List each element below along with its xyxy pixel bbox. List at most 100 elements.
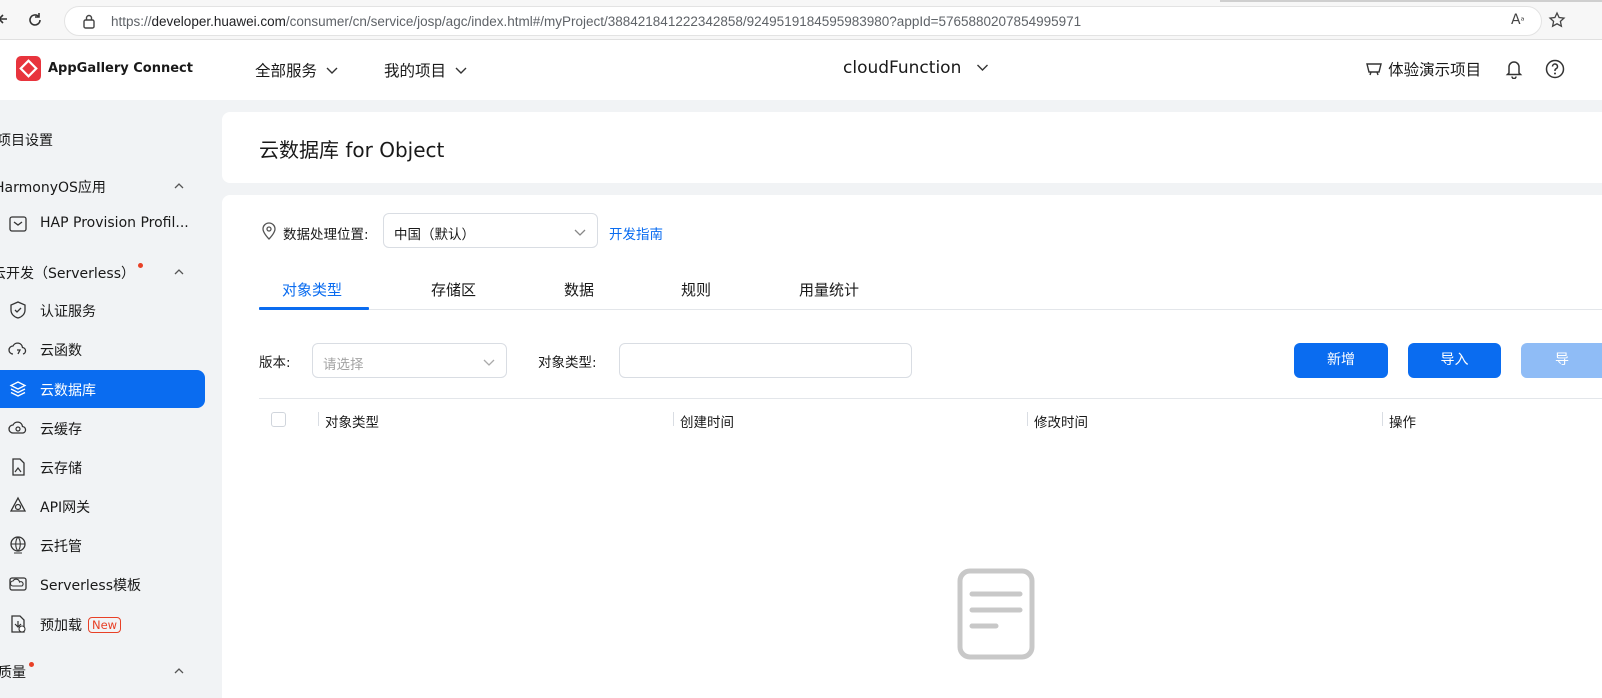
appgallery-logo-icon[interactable] <box>16 56 41 81</box>
sidebar-item-auth-service[interactable]: 认证服务 <box>0 291 205 329</box>
sidebar-item-label: 云数据库 <box>40 383 96 399</box>
object-type-input[interactable] <box>619 343 912 378</box>
project-selector[interactable]: cloudFunction <box>843 58 989 82</box>
demo-project-button[interactable]: 体验演示项目 <box>1365 58 1481 82</box>
all-services-menu[interactable]: 全部服务 <box>255 59 338 83</box>
chevron-up-icon <box>174 183 184 189</box>
version-select[interactable]: 请选择 <box>312 343 507 378</box>
project-name: cloudFunction <box>843 58 962 78</box>
sidebar-item-label: 云存储 <box>40 461 82 477</box>
back-icon[interactable] <box>0 12 10 26</box>
empty-document-icon <box>957 568 1035 660</box>
demo-project-label: 体验演示项目 <box>1388 61 1482 79</box>
quality-section-text: 质量 <box>0 665 26 681</box>
cloud-cache-icon <box>8 421 27 434</box>
favorite-star-icon[interactable] <box>1548 11 1566 29</box>
serverless-section-text: 云开发（Serverless） <box>0 266 136 282</box>
column-separator <box>673 412 674 426</box>
preload-icon <box>11 615 26 633</box>
preload-label-text: 预加载 <box>40 618 82 634</box>
sidebar-item-hap-provision[interactable]: HAP Provision Profil... <box>0 205 205 243</box>
url-prefix: https:// <box>111 14 152 29</box>
sidebar-item-label: 云函数 <box>40 343 82 359</box>
select-all-checkbox[interactable] <box>271 412 286 427</box>
sidebar-item-cloud-hosting[interactable]: 云托管 <box>0 526 205 564</box>
column-separator <box>1027 412 1028 426</box>
read-aloud-icon[interactable]: Aᵃ <box>1511 12 1525 28</box>
sidebar-section-label: 质量 <box>0 662 34 682</box>
help-icon[interactable] <box>1545 59 1565 79</box>
sidebar-item-label: 项目设置 <box>0 133 53 149</box>
globe-icon <box>10 536 26 554</box>
template-icon <box>9 577 27 591</box>
chevron-down-icon <box>574 229 586 236</box>
sidebar-item-cloud-storage[interactable]: 云存储 <box>0 448 205 486</box>
sidebar-item-label: HAP Provision Profil... <box>40 215 189 231</box>
sidebar-item-label: 云托管 <box>40 539 82 555</box>
api-gateway-icon <box>9 496 27 512</box>
url-path: /consumer/cn/service/josp/agc/index.html… <box>285 14 1082 29</box>
sidebar-item-label: 认证服务 <box>40 304 96 320</box>
all-services-label: 全部服务 <box>255 62 318 80</box>
sidebar-item-preload[interactable]: 预加载 New <box>0 605 205 643</box>
sidebar-section-serverless[interactable]: 云开发（Serverless） <box>0 257 200 287</box>
export-button[interactable]: 导 <box>1521 343 1602 378</box>
location-pin-icon <box>262 222 276 240</box>
chevron-up-icon <box>174 668 184 674</box>
shield-icon <box>10 301 26 319</box>
address-bar[interactable]: https://developer.huawei.com/consumer/cn… <box>64 6 1542 36</box>
sidebar-item-cloud-functions[interactable]: 云函数 <box>0 330 205 368</box>
demo-icon <box>1366 63 1382 76</box>
profile-card-icon <box>9 216 27 232</box>
tab-object-types[interactable]: 对象类型 <box>282 279 342 300</box>
add-button[interactable]: 新增 <box>1294 343 1388 378</box>
red-dot-indicator <box>29 662 34 667</box>
new-badge: New <box>88 617 122 633</box>
column-header-object-type: 对象类型 <box>325 415 379 431</box>
browser-tab-strip <box>1220 0 1602 2</box>
red-dot-indicator <box>138 263 144 268</box>
column-separator <box>318 412 319 426</box>
lock-icon[interactable] <box>82 13 96 29</box>
app-header: AppGallery Connect 全部服务 我的项目 cloudFuncti… <box>0 40 1602 100</box>
column-header-created: 创建时间 <box>680 415 734 431</box>
notification-bell-icon[interactable] <box>1505 59 1523 79</box>
url-text[interactable]: https://developer.huawei.com/consumer/cn… <box>111 14 1081 29</box>
url-domain: developer.huawei.com <box>151 14 286 29</box>
tab-usage-stats[interactable]: 用量统计 <box>799 279 859 300</box>
cloud-function-icon <box>8 342 27 355</box>
sidebar-item-project-settings[interactable]: 项目设置 <box>0 124 200 154</box>
brand-name: AppGallery Connect <box>48 61 193 76</box>
import-button[interactable]: 导入 <box>1408 343 1501 378</box>
sidebar-item-label: 云缓存 <box>40 422 82 438</box>
sidebar-section-quality[interactable]: 质量 <box>0 656 200 686</box>
storage-file-icon <box>12 458 25 476</box>
my-projects-label: 我的项目 <box>384 62 447 80</box>
location-select[interactable]: 中国（默认） <box>383 213 598 248</box>
column-header-actions: 操作 <box>1389 415 1416 431</box>
reload-icon[interactable] <box>26 11 44 29</box>
sidebar-section-label: 云开发（Serverless） <box>0 263 144 283</box>
sidebar-section-label: HarmonyOS应用 <box>0 180 106 196</box>
location-label: 数据处理位置: <box>283 227 369 243</box>
chevron-down-icon <box>977 64 989 71</box>
sidebar-item-serverless-templates[interactable]: Serverless模板 <box>0 565 205 603</box>
sidebar-item-cloud-database[interactable]: 云数据库 <box>0 370 205 408</box>
tab-data[interactable]: 数据 <box>564 279 594 300</box>
main-content-card: 数据处理位置: 中国（默认） 开发指南 对象类型 存储区 数据 规则 用量统计 … <box>222 195 1602 698</box>
chevron-down-icon <box>455 67 467 74</box>
location-select-value: 中国（默认） <box>394 227 475 243</box>
sidebar-item-label: Serverless模板 <box>40 578 142 594</box>
page-title: 云数据库 for Object <box>259 138 445 162</box>
sidebar-section-harmonyos[interactable]: HarmonyOS应用 <box>0 171 200 201</box>
version-filter-label: 版本: <box>259 355 291 371</box>
sidebar-item-label: API网关 <box>40 500 91 516</box>
browser-toolbar: https://developer.huawei.com/consumer/cn… <box>0 0 1602 40</box>
dev-guide-link[interactable]: 开发指南 <box>609 223 663 243</box>
tab-rules[interactable]: 规则 <box>681 279 711 300</box>
sidebar-item-cloud-cache[interactable]: 云缓存 <box>0 409 205 447</box>
chevron-up-icon <box>174 269 184 275</box>
tab-storage-zones[interactable]: 存储区 <box>431 279 476 300</box>
sidebar-item-api-gateway[interactable]: API网关 <box>0 487 205 525</box>
my-projects-menu[interactable]: 我的项目 <box>384 59 467 83</box>
